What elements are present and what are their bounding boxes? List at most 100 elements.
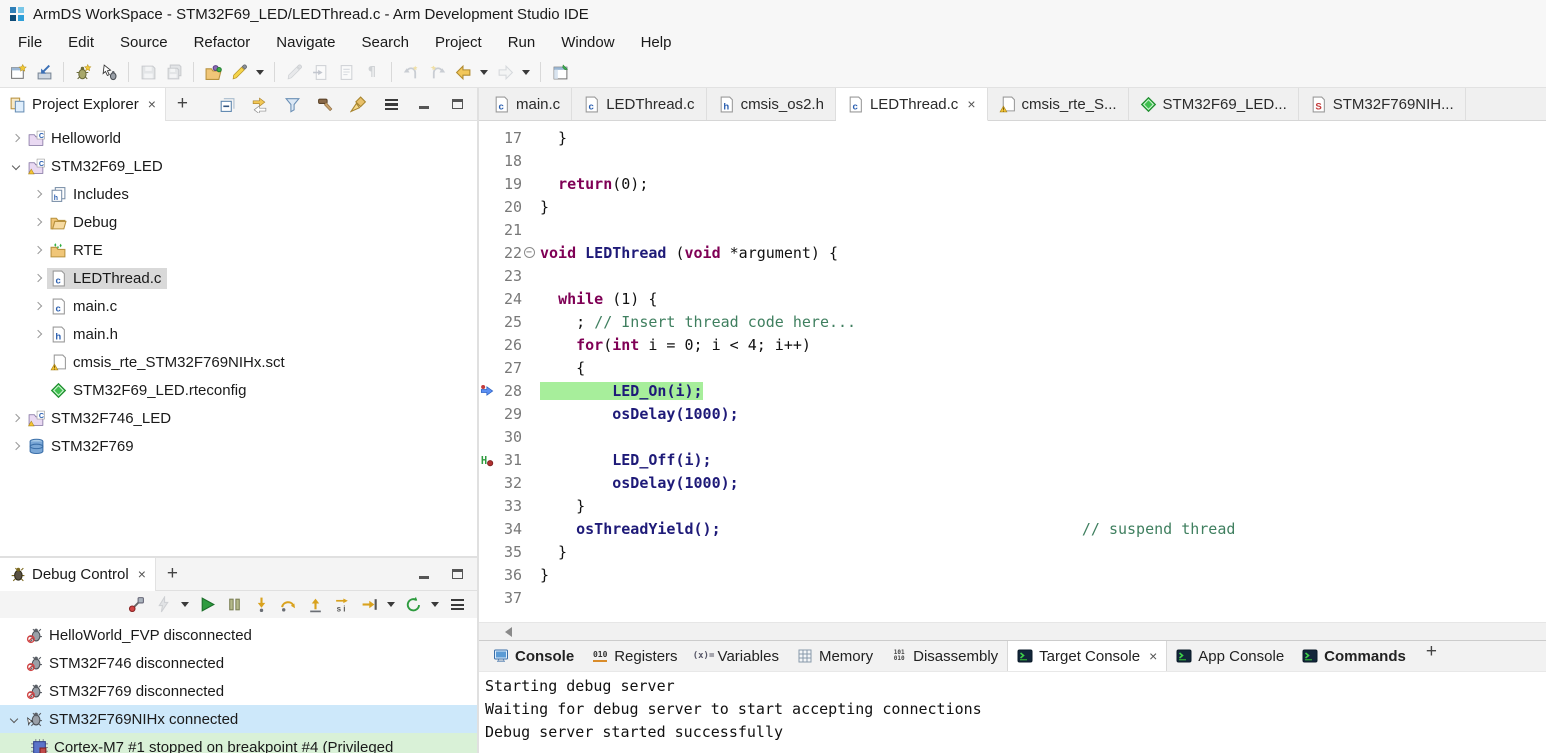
open-debug-config-button[interactable]: [201, 60, 225, 84]
dropdown-arrow-icon[interactable]: [431, 602, 439, 607]
editor-tab-main-c[interactable]: cmain.c: [482, 88, 572, 120]
step-over-button[interactable]: [276, 593, 300, 617]
step-return-button[interactable]: [303, 593, 327, 617]
line-number[interactable]: 37: [494, 589, 522, 607]
run-to-line-button[interactable]: [357, 593, 381, 617]
dropdown-arrow-icon[interactable]: [522, 70, 530, 75]
tree-item-stm32f69-led[interactable]: CSTM32F69_LED: [0, 152, 477, 180]
maximize-button[interactable]: [445, 562, 469, 586]
line-number[interactable]: 35: [494, 543, 522, 561]
editor-tab-stm32f769nih-[interactable]: SSTM32F769NIH...: [1299, 88, 1466, 120]
debug-item-3[interactable]: STM32F769NIHx connected: [0, 705, 477, 733]
connect-target-button[interactable]: [124, 593, 148, 617]
dropdown-arrow-icon[interactable]: [480, 70, 488, 75]
console-tab-app-console[interactable]: App Console: [1167, 641, 1293, 671]
pause-button[interactable]: [222, 593, 246, 617]
code-area[interactable]: 17 }1819 return(0);20}2122−void LEDThrea…: [479, 121, 1546, 622]
pick-debug-target-button[interactable]: [97, 60, 121, 84]
link-with-editor-button[interactable]: [247, 92, 271, 116]
debug-item-4[interactable]: Cortex-M7 #1 stopped on breakpoint #4 (P…: [0, 733, 477, 753]
line-number[interactable]: 36: [494, 566, 522, 584]
dropdown-arrow-icon[interactable]: [256, 70, 264, 75]
new-console-tab-button[interactable]: +: [1415, 641, 1448, 671]
build-button[interactable]: [313, 92, 337, 116]
menu-edit[interactable]: Edit: [55, 31, 107, 54]
console-tab-disassembly[interactable]: 101010Disassembly: [882, 641, 1007, 671]
tree-item-helloworld[interactable]: CHelloworld: [0, 124, 477, 152]
tree-item-stm32f769[interactable]: STM32F769: [0, 432, 477, 460]
new-wizard-button[interactable]: [6, 60, 30, 84]
tree-item-cmsis-rte-stm32f769nihx-sct[interactable]: !cmsis_rte_STM32F769NIHx.sct: [0, 348, 477, 376]
close-view-icon[interactable]: ×: [148, 96, 156, 112]
menu-refactor[interactable]: Refactor: [181, 31, 264, 54]
dropdown-arrow-icon[interactable]: [181, 602, 189, 607]
stepping-mode-button[interactable]: s i: [330, 593, 354, 617]
close-view-icon[interactable]: ×: [138, 566, 146, 582]
collapsed-arrow[interactable]: [6, 415, 25, 421]
tree-item-debug[interactable]: Debug: [0, 208, 477, 236]
tree-item-main-c[interactable]: cmain.c: [0, 292, 477, 320]
clean-button[interactable]: [346, 92, 370, 116]
console-tab-registers[interactable]: 010Registers: [583, 641, 686, 671]
import-button[interactable]: [32, 60, 56, 84]
gutter-annotation[interactable]: [479, 384, 494, 398]
expanded-arrow[interactable]: [4, 716, 23, 722]
fold-collapse-icon[interactable]: −: [524, 247, 535, 258]
back-button[interactable]: [451, 60, 475, 84]
collapsed-arrow[interactable]: [6, 443, 25, 449]
line-number[interactable]: 24: [494, 290, 522, 308]
tree-item-includes[interactable]: hIncludes: [0, 180, 477, 208]
line-number[interactable]: 23: [494, 267, 522, 285]
expanded-arrow[interactable]: [6, 163, 25, 169]
new-view-tab-button[interactable]: +: [166, 93, 199, 115]
menu-file[interactable]: File: [5, 31, 55, 54]
menu-window[interactable]: Window: [548, 31, 627, 54]
collapsed-arrow[interactable]: [6, 135, 25, 141]
line-number[interactable]: 17: [494, 129, 522, 147]
dropdown-arrow-icon[interactable]: [387, 602, 395, 607]
line-number[interactable]: 22: [494, 244, 522, 262]
tree-item-rte[interactable]: RTE: [0, 236, 477, 264]
minimize-button[interactable]: [412, 562, 436, 586]
editor-tab-ledthread-c[interactable]: cLEDThread.c: [572, 88, 706, 120]
scroll-left-icon[interactable]: [505, 627, 512, 637]
line-number[interactable]: 32: [494, 474, 522, 492]
menu-navigate[interactable]: Navigate: [263, 31, 348, 54]
close-tab-icon[interactable]: ×: [1149, 648, 1157, 664]
line-number[interactable]: 29: [494, 405, 522, 423]
tab-project-explorer[interactable]: Project Explorer×: [0, 88, 166, 121]
tab-debug-control[interactable]: Debug Control×: [0, 558, 156, 591]
line-number[interactable]: 25: [494, 313, 522, 331]
editor-tab-ledthread-c[interactable]: cLEDThread.c×: [836, 88, 988, 121]
maximize-button[interactable]: [445, 92, 469, 116]
view-menu-button[interactable]: [379, 92, 403, 116]
editor-tab-cmsis-os2-h[interactable]: hcmsis_os2.h: [707, 88, 836, 120]
collapsed-arrow[interactable]: [28, 303, 47, 309]
fold-column[interactable]: −: [522, 247, 536, 258]
menu-source[interactable]: Source: [107, 31, 181, 54]
collapsed-arrow[interactable]: [28, 275, 47, 281]
gutter-annotation[interactable]: H: [479, 453, 494, 467]
tree-item-stm32f69-led-rteconfig[interactable]: STM32F69_LED.rteconfig: [0, 376, 477, 404]
collapsed-arrow[interactable]: [28, 331, 47, 337]
new-view-tab-button[interactable]: +: [156, 563, 189, 585]
tree-item-stm32f746-led[interactable]: CSTM32F746_LED: [0, 404, 477, 432]
filter-button[interactable]: [280, 92, 304, 116]
collapse-all-button[interactable]: [214, 92, 238, 116]
view-menu-button[interactable]: [445, 593, 469, 617]
console-tab-console[interactable]: Console: [484, 641, 583, 671]
highlighter-button[interactable]: [227, 60, 251, 84]
tree-item-main-h[interactable]: hmain.h: [0, 320, 477, 348]
line-number[interactable]: 19: [494, 175, 522, 193]
step-into-button[interactable]: [249, 593, 273, 617]
continue-button[interactable]: [195, 593, 219, 617]
hw-breakpoint-icon[interactable]: H: [480, 453, 494, 467]
tree-item-ledthread-c[interactable]: cLEDThread.c: [0, 264, 477, 292]
collapsed-arrow[interactable]: [28, 247, 47, 253]
open-perspective-button[interactable]: [548, 60, 572, 84]
collapsed-arrow[interactable]: [28, 219, 47, 225]
console-tab-memory[interactable]: Memory: [788, 641, 882, 671]
console-tab-target-console[interactable]: Target Console×: [1007, 641, 1167, 671]
line-number[interactable]: 33: [494, 497, 522, 515]
refresh-button[interactable]: [401, 593, 425, 617]
